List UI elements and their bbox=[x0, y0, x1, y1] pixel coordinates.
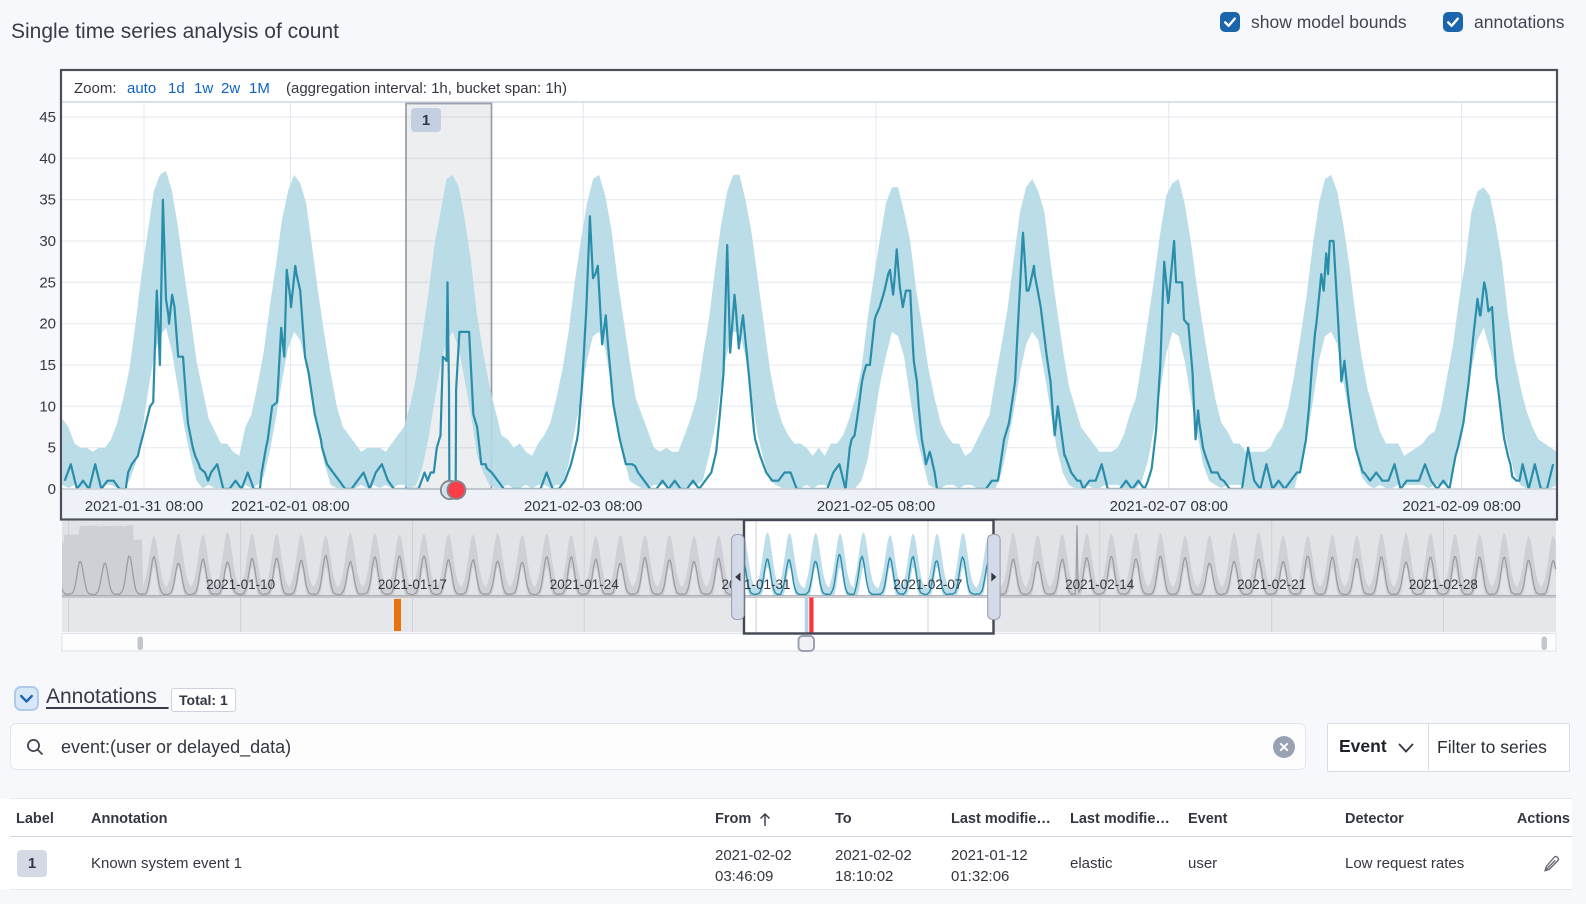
svg-text:2021-02-07: 2021-02-07 bbox=[893, 577, 962, 592]
svg-text:1M: 1M bbox=[249, 80, 270, 97]
svg-text:1w: 1w bbox=[194, 80, 213, 97]
svg-text:(aggregation interval: 1h, buc: (aggregation interval: 1h, bucket span: … bbox=[286, 80, 567, 97]
svg-text:2021-01-31 08:00: 2021-01-31 08:00 bbox=[85, 498, 203, 515]
svg-text:2021-02-03 08:00: 2021-02-03 08:00 bbox=[524, 498, 642, 515]
svg-text:2021-01-24: 2021-01-24 bbox=[550, 577, 620, 592]
svg-text:auto: auto bbox=[127, 80, 156, 97]
svg-text:0: 0 bbox=[48, 481, 56, 498]
svg-text:10: 10 bbox=[39, 398, 56, 415]
svg-text:35: 35 bbox=[39, 192, 56, 209]
svg-text:20: 20 bbox=[39, 316, 56, 333]
svg-text:25: 25 bbox=[39, 274, 56, 291]
svg-text:2021-02-14: 2021-02-14 bbox=[1065, 577, 1135, 592]
svg-text:2021-02-28: 2021-02-28 bbox=[1409, 577, 1478, 592]
svg-text:2021-02-21: 2021-02-21 bbox=[1237, 577, 1306, 592]
svg-text:2021-02-07 08:00: 2021-02-07 08:00 bbox=[1110, 498, 1228, 515]
svg-text:Zoom:: Zoom: bbox=[74, 80, 117, 97]
svg-text:1d: 1d bbox=[168, 80, 185, 97]
svg-text:2021-02-01 08:00: 2021-02-01 08:00 bbox=[231, 498, 349, 515]
svg-text:2021-01-17: 2021-01-17 bbox=[378, 577, 447, 592]
svg-text:2w: 2w bbox=[221, 80, 240, 97]
svg-text:30: 30 bbox=[39, 233, 56, 250]
svg-text:45: 45 bbox=[39, 109, 56, 126]
svg-text:5: 5 bbox=[48, 440, 56, 457]
svg-text:2021-01-10: 2021-01-10 bbox=[206, 577, 275, 592]
svg-text:15: 15 bbox=[39, 357, 56, 374]
svg-text:1: 1 bbox=[422, 112, 430, 129]
svg-text:2021-02-05 08:00: 2021-02-05 08:00 bbox=[817, 498, 935, 515]
svg-text:40: 40 bbox=[39, 150, 56, 167]
svg-text:2021-02-09 08:00: 2021-02-09 08:00 bbox=[1402, 498, 1520, 515]
